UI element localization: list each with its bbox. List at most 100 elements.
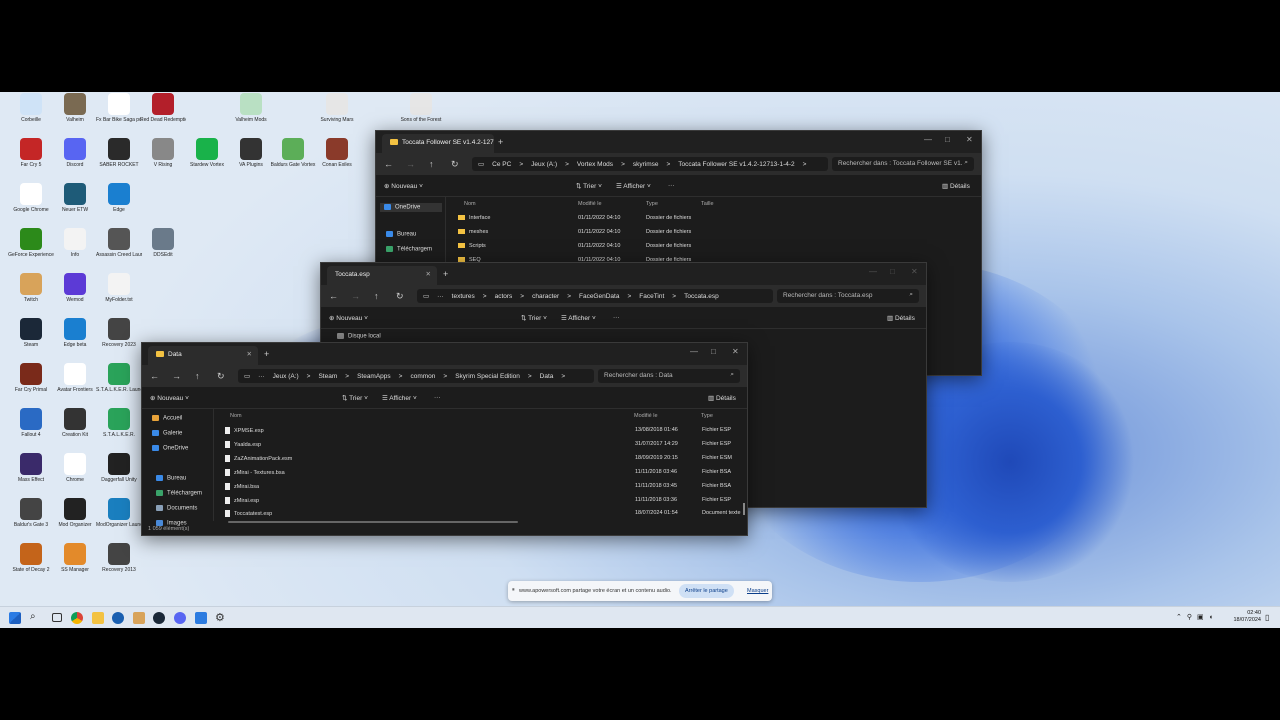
desktop-shortcut[interactable]: Daggerfall Unity <box>96 453 142 483</box>
desktop-shortcut[interactable]: Recovery 2013 <box>96 543 142 573</box>
close-tab-icon[interactable]: ✕ <box>247 350 252 358</box>
column-name[interactable]: Nom <box>464 201 476 207</box>
view-button[interactable]: ☰ Afficher ˅ <box>561 314 596 322</box>
search-icon[interactable]: ⌕ <box>30 611 42 623</box>
sidebar-item-bureau[interactable]: Bureau <box>386 231 416 238</box>
desktop-shortcut[interactable]: Recovery 2023 <box>96 318 142 348</box>
desktop-shortcut[interactable]: Google Chrome <box>8 183 54 213</box>
maximize-button[interactable]: □ <box>945 135 950 144</box>
close-button[interactable]: ✕ <box>911 267 918 276</box>
desktop-shortcut[interactable]: V Rising <box>140 138 186 168</box>
sort-button[interactable]: ⇅ Trier ˅ <box>521 314 547 322</box>
desktop-shortcut[interactable]: Valheim Mods <box>228 93 274 123</box>
new-button[interactable]: ⊕ Nouveau ˅ <box>384 182 423 190</box>
table-row[interactable]: zMirai.esp <box>225 497 259 504</box>
table-row[interactable]: zMirai.bsa <box>225 483 259 490</box>
close-button[interactable]: ✕ <box>732 347 739 356</box>
new-button[interactable]: ⊕ Nouveau ˅ <box>329 314 368 322</box>
back-button[interactable]: ← <box>384 159 393 169</box>
column-type[interactable]: Type <box>646 201 658 207</box>
desktop-shortcut[interactable]: Sons of the Forest <box>398 93 444 123</box>
sidebar-item-onedrive[interactable]: OneDrive <box>380 203 442 212</box>
desktop-shortcut[interactable]: Surviving Mars <box>314 93 360 123</box>
column-type[interactable]: Type <box>701 413 713 419</box>
chrome-icon[interactable] <box>71 612 83 624</box>
settings-icon[interactable]: ⚙ <box>215 611 227 624</box>
desktop-shortcut[interactable]: Chrome <box>52 453 98 483</box>
table-row[interactable]: zMirai - Textures.bsa <box>225 469 285 476</box>
desktop-shortcut[interactable]: Mod Organizer <box>52 498 98 528</box>
column-size[interactable]: Taille <box>701 201 714 207</box>
steam-icon[interactable] <box>153 612 165 624</box>
sidebar-item-local-disk[interactable]: Disque local <box>337 333 381 340</box>
refresh-button[interactable]: ↻ <box>396 291 404 302</box>
minimize-button[interactable]: — <box>690 347 698 356</box>
new-tab-button[interactable]: + <box>498 137 503 147</box>
view-button[interactable]: ☰ Afficher ˅ <box>382 394 417 402</box>
desktop-shortcut[interactable]: Fx Bar Bike Saga pc le 9 <box>96 93 142 123</box>
desktop-shortcut[interactable]: Stardew Vortex <box>184 138 230 168</box>
minimize-button[interactable]: — <box>924 135 932 144</box>
desktop-shortcut[interactable]: Corbeille <box>8 93 54 123</box>
desktop-shortcut[interactable]: S.T.A.L.K.E.R. Launcher <box>96 363 142 393</box>
desktop-shortcut[interactable]: SABER ROCKET <box>96 138 142 168</box>
table-row[interactable]: Yaalda.esp <box>225 441 261 448</box>
vertical-scrollbar[interactable] <box>743 503 745 515</box>
forward-button[interactable]: → <box>172 371 181 381</box>
column-modified[interactable]: Modifié le <box>634 413 658 419</box>
table-row[interactable]: ZaZAnimationPack.esm <box>225 455 292 462</box>
desktop-shortcut[interactable]: Edge <box>96 183 142 213</box>
more-icon[interactable]: ··· <box>613 314 620 321</box>
sort-button[interactable]: ⇅ Trier ˅ <box>342 394 368 402</box>
desktop-shortcut[interactable]: Creation Kit <box>52 408 98 438</box>
desktop-shortcut[interactable]: Red Dead Redemption 2 <box>140 93 186 123</box>
new-tab-button[interactable]: + <box>443 269 448 279</box>
new-button[interactable]: ⊕ Nouveau ˅ <box>150 394 189 402</box>
more-icon[interactable]: ··· <box>434 394 441 401</box>
sidebar-item-bureau[interactable]: Bureau <box>156 475 186 482</box>
start-icon[interactable] <box>9 612 21 624</box>
desktop-shortcut[interactable]: DDSEdit <box>140 228 186 258</box>
search-input[interactable]: Rechercher dans : Toccata Follower SE v1… <box>832 157 974 171</box>
back-button[interactable]: ← <box>150 371 159 381</box>
table-row[interactable]: Interface <box>458 215 490 221</box>
tab-toccata-esp[interactable]: Toccata.esp ✕ <box>327 266 437 285</box>
sidebar-item-downloads[interactable]: Téléchargem <box>386 246 432 253</box>
mod-icon[interactable] <box>133 612 145 624</box>
desktop-shortcut[interactable]: VA Plugins <box>228 138 274 168</box>
sidebar-item-gallery[interactable]: Galerie <box>152 430 182 437</box>
desktop-shortcut[interactable]: Far Cry Primal <box>8 363 54 393</box>
forward-button[interactable]: → <box>351 291 360 301</box>
breadcrumb[interactable]: ▭ ··· Jeux (A:) > Steam > SteamApps > common > Sky… <box>238 369 594 383</box>
table-row[interactable]: XPMSE.esp <box>225 427 264 434</box>
sidebar-item-documents[interactable]: Documents <box>156 505 197 512</box>
desktop-shortcut[interactable]: Fallout 4 <box>8 408 54 438</box>
desktop-shortcut[interactable]: Twitch <box>8 273 54 303</box>
desktop-shortcut[interactable]: Discord <box>52 138 98 168</box>
desktop-shortcut[interactable]: S.T.A.L.K.E.R. <box>96 408 142 438</box>
desktop-shortcut[interactable]: Far Cry 5 <box>8 138 54 168</box>
desktop-shortcut[interactable]: Wemod <box>52 273 98 303</box>
discord-icon[interactable] <box>174 612 186 624</box>
refresh-button[interactable]: ↻ <box>451 159 459 170</box>
sort-button[interactable]: ⇅ Trier ˅ <box>576 182 602 190</box>
desktop-shortcut[interactable]: Mass Effect <box>8 453 54 483</box>
sidebar-item-home[interactable]: Accueil <box>152 415 182 422</box>
column-name[interactable]: Nom <box>230 413 242 419</box>
up-button[interactable]: ↑ <box>429 159 434 169</box>
desktop-shortcut[interactable]: Steam <box>8 318 54 348</box>
task-view-icon[interactable] <box>52 613 62 622</box>
maximize-button[interactable]: □ <box>711 347 716 356</box>
table-row[interactable]: Toccatatest.esp <box>225 510 272 517</box>
clock[interactable]: 02:40 18/07/2024 <box>1229 610 1261 624</box>
table-row[interactable]: meshes <box>458 229 488 235</box>
maximize-button[interactable]: □ <box>890 267 895 276</box>
view-button[interactable]: ☰ Afficher ˅ <box>616 182 651 190</box>
desktop-shortcut[interactable]: Baldur's Gate 3 <box>8 498 54 528</box>
close-button[interactable]: ✕ <box>966 135 973 144</box>
details-button[interactable]: ▥ Détails <box>942 182 970 190</box>
file-explorer-icon[interactable] <box>92 612 104 624</box>
new-tab-button[interactable]: + <box>264 349 269 359</box>
up-button[interactable]: ↑ <box>374 291 379 301</box>
desktop-shortcut[interactable]: Baldurs Gate Vortex <box>270 138 316 168</box>
